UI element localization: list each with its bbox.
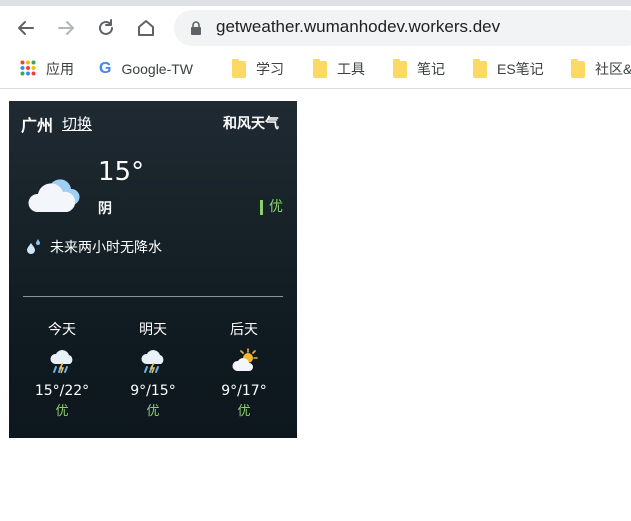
browser-toolbar: getweather.wumanhodev.workers.dev [0,6,631,50]
forecast-day: 后天 9°/17° 优 [209,319,279,419]
bookmark-folder-notes[interactable]: 笔记 [393,58,445,79]
forecast-day-label: 后天 [230,322,258,338]
precipitation-note: 未来两小时无降水 [50,240,162,256]
bookmark-folder-study[interactable]: 学习 [232,58,284,79]
home-icon [138,20,154,36]
folder-icon [313,58,327,78]
forward-button[interactable] [52,14,80,42]
forecast-day-label: 今天 [48,322,76,338]
bookmark-label: Google-TW [121,61,194,77]
forecast-aqi: 优 [146,404,160,419]
reload-button[interactable] [92,14,120,42]
bookmark-label: ES笔记 [497,61,544,77]
address-bar[interactable]: getweather.wumanhodev.workers.dev [174,10,631,46]
cloudy-icon [28,179,80,212]
thunder-rain-icon [50,350,73,374]
current-temperature: 15° [98,157,145,187]
forecast-day-label: 明天 [139,322,167,338]
arrow-left-icon [18,21,34,35]
bookmark-apps[interactable]: 应用 [20,59,74,79]
switch-city-link[interactable]: 切换 [62,113,92,134]
brand-link[interactable]: 和风天气 [223,113,279,133]
reload-icon [99,19,113,35]
folder-icon [473,58,487,78]
google-icon: G [99,60,112,77]
thunder-rain-icon [141,350,164,374]
home-button[interactable] [132,14,160,42]
bookmark-google-tw[interactable]: G Google-TW [99,59,193,79]
weather-widget: 广州 切换 和风天气 15° 阴 优 未来两小时无降水 今天 15°/22° 优… [9,101,297,438]
bookmark-label: 社区& [595,61,631,77]
folder-icon [571,58,585,78]
bookmark-folder-es-notes[interactable]: ES笔记 [473,58,544,79]
air-quality-badge: 优 [260,200,283,215]
bookmark-label: 应用 [46,61,74,77]
lock-icon [191,21,201,35]
forecast-temp-range: 9°/17° [221,383,267,399]
apps-grid-icon [20,60,36,79]
raindrop-icon [27,239,40,254]
forecast-temp-range: 15°/22° [34,383,90,399]
bookmark-label: 学习 [256,61,284,77]
forecast-aqi: 优 [237,404,251,419]
arrow-right-icon [58,21,74,35]
bookmark-folder-community[interactable]: 社区& [571,58,631,79]
folder-icon [232,58,246,78]
city-name: 广州 [21,116,54,135]
bookmarks-bar: 应用 G Google-TW 学习 工具 笔记 ES笔记 社区& [0,50,631,89]
forecast-temp-range: 9°/15° [130,383,176,399]
folder-icon [393,58,407,78]
bookmark-folder-tools[interactable]: 工具 [313,58,365,79]
forecast-day: 今天 15°/22° 优 [27,319,97,419]
sunny-cloudy-icon [232,348,258,371]
divider [23,296,283,297]
forecast-aqi: 优 [55,404,69,419]
current-condition: 阴 [98,201,112,217]
forecast-day: 明天 9°/15° 优 [118,319,188,419]
bookmark-label: 笔记 [417,61,445,77]
bookmark-label: 工具 [337,61,365,77]
url-text: getweather.wumanhodev.workers.dev [216,17,501,36]
back-button[interactable] [12,14,40,42]
